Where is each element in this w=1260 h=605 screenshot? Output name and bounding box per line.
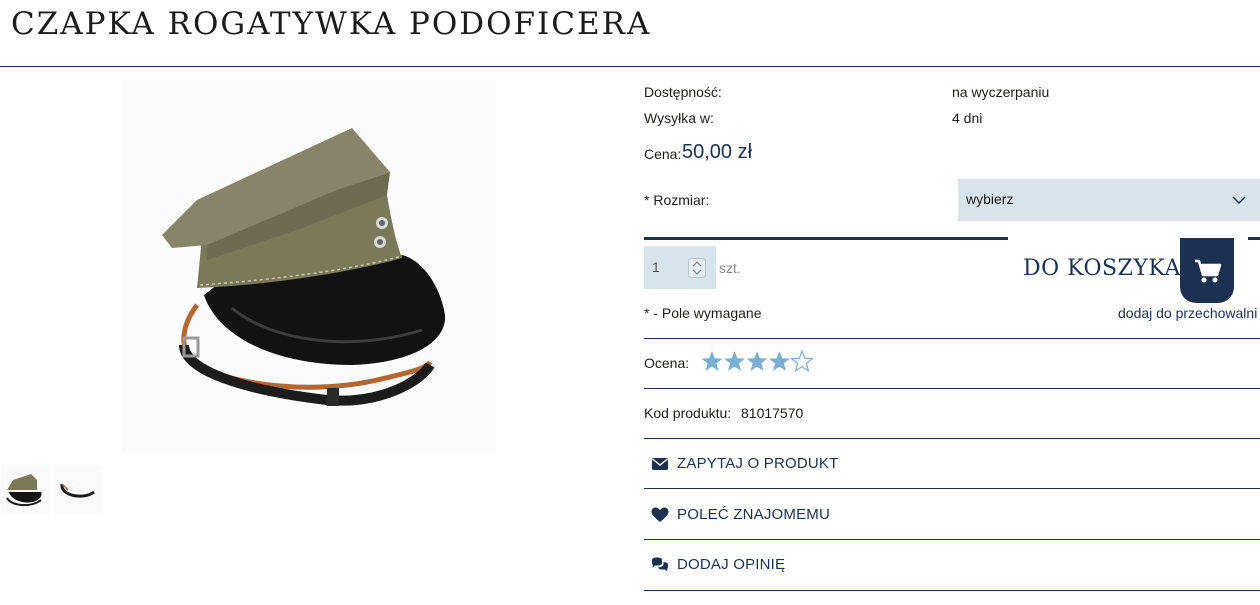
quantity-value: 1	[652, 259, 660, 275]
chevron-down-icon	[1232, 196, 1246, 205]
title-divider	[0, 66, 1260, 67]
star-filled-icon[interactable]	[724, 351, 745, 371]
thumbnail-2[interactable]	[54, 466, 102, 514]
rating-stars[interactable]	[701, 349, 817, 374]
envelope-icon	[652, 458, 668, 470]
star-empty-icon[interactable]	[789, 349, 815, 373]
quantity-unit: szt.	[719, 260, 741, 276]
availability-label: Dostępność:	[644, 84, 722, 100]
cart-icon	[1195, 259, 1222, 283]
add-to-cart-button[interactable]: DO KOSZYKA	[1023, 256, 1181, 281]
size-select[interactable]: wybierz	[958, 179, 1260, 221]
page-title: CZAPKA ROGATYWKA PODOFICERA	[11, 6, 652, 42]
thumbnail-1[interactable]	[1, 466, 49, 514]
divider	[644, 539, 1260, 540]
divider	[644, 438, 1260, 439]
star-filled-icon[interactable]	[701, 351, 723, 371]
price-label: Cena:	[644, 146, 682, 162]
add-review-label: DODAJ OPINIĘ	[677, 556, 786, 573]
cart-divider	[644, 237, 1008, 240]
product-main-image[interactable]	[122, 80, 496, 452]
quantity-stepper[interactable]	[688, 258, 706, 278]
ask-about-product-label: ZAPYTAJ O PRODUKT	[677, 455, 839, 472]
divider	[644, 590, 1260, 591]
star-filled-icon[interactable]	[769, 351, 790, 371]
size-label: * Rozmiar:	[644, 192, 710, 208]
add-to-storage-link[interactable]: dodaj do przechowalni	[1118, 305, 1257, 321]
price-value: 50,00 zł	[682, 141, 753, 163]
shipping-label: Wysyłka w:	[644, 110, 714, 126]
rating-label: Ocena:	[644, 355, 690, 371]
shipping-value: 4 dni	[952, 110, 983, 126]
cart-divider-right	[1248, 237, 1260, 240]
comments-icon	[652, 557, 668, 572]
heart-icon	[651, 507, 669, 522]
star-filled-icon[interactable]	[746, 351, 768, 371]
divider	[644, 488, 1260, 489]
product-code-label: Kod produktu:	[644, 405, 732, 421]
size-select-value: wybierz	[966, 191, 1014, 207]
availability-value: na wyczerpaniu	[952, 84, 1050, 100]
product-code-value: 81017570	[741, 405, 804, 421]
divider	[644, 388, 1260, 389]
add-to-cart-icon-button[interactable]	[1180, 238, 1234, 303]
required-note: * - Pole wymagane	[644, 305, 762, 321]
recommend-to-friend-label: POLEĆ ZNAJOMEMU	[677, 506, 831, 523]
divider	[644, 338, 1260, 339]
